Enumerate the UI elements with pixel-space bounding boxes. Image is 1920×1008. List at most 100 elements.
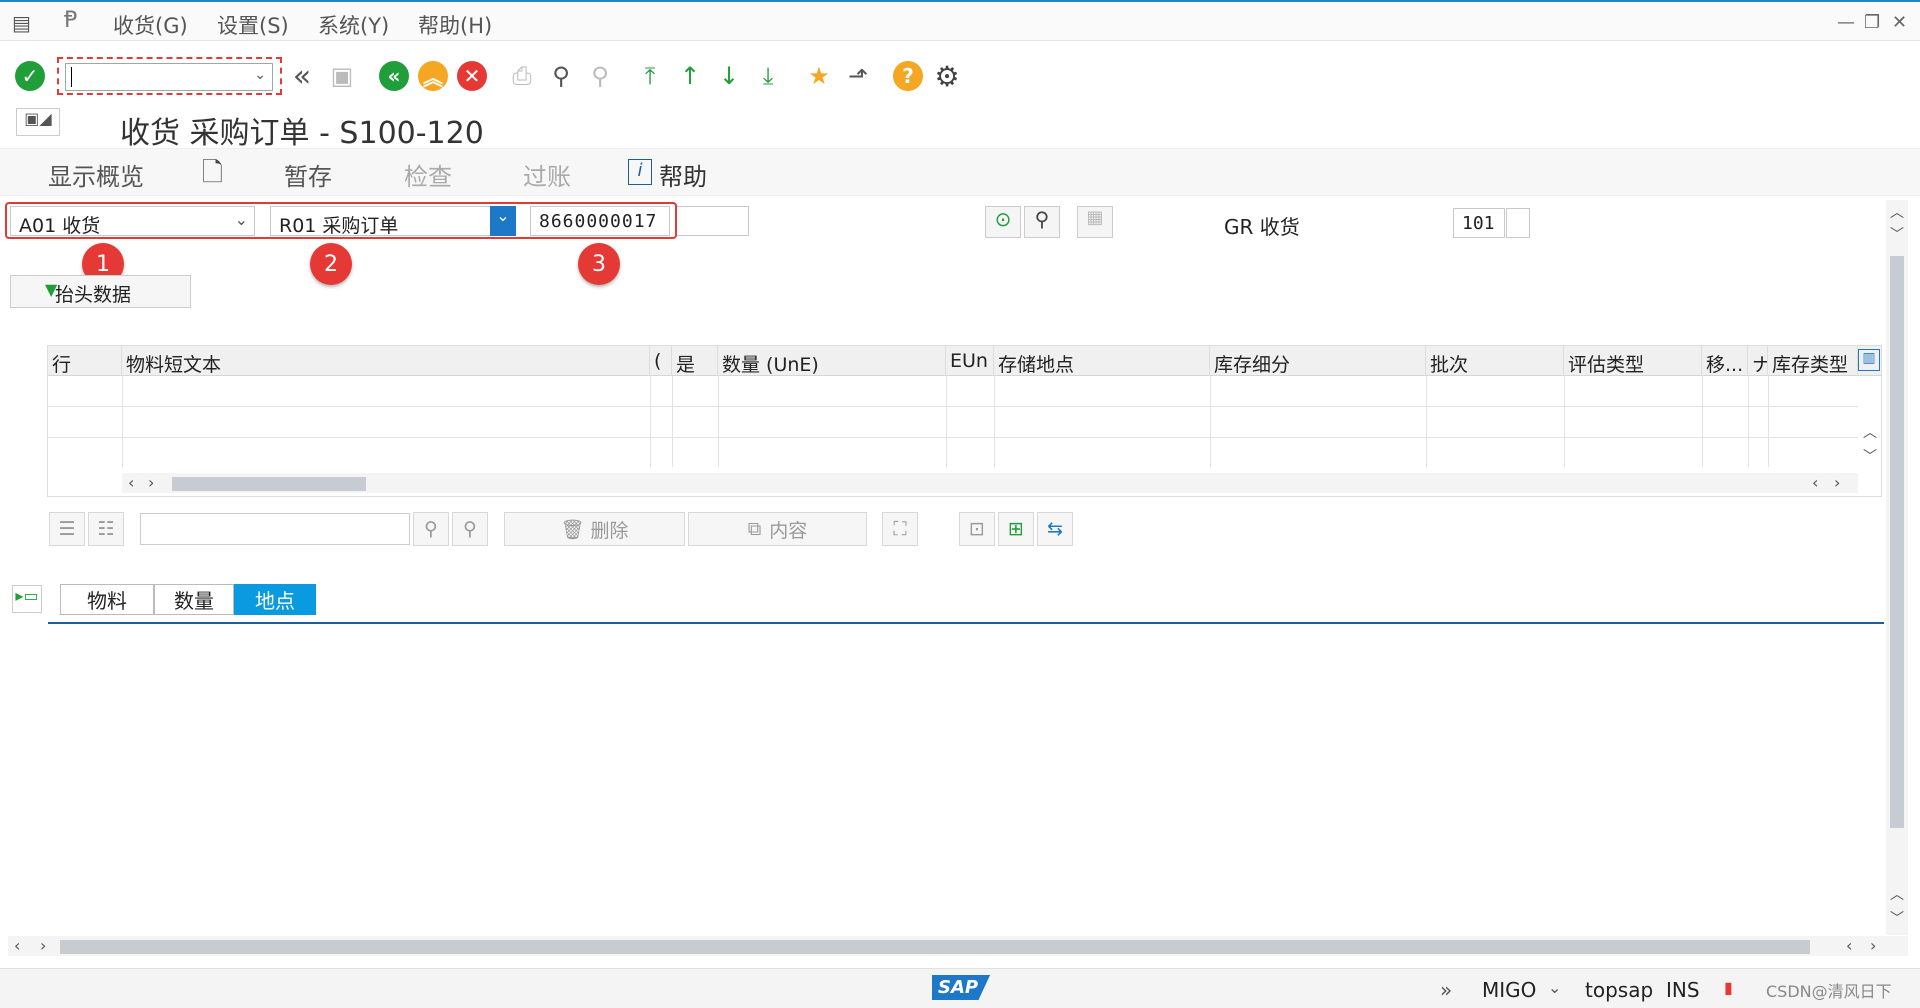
search-icon[interactable]: ⚲ [1024, 206, 1060, 238]
main-vscrollbar[interactable]: ︿ ﹀ ︿ ﹀ [1886, 200, 1908, 935]
cancel-icon[interactable]: ✕ [456, 60, 488, 92]
chevron-down-icon[interactable]: ⌄ [1548, 978, 1561, 997]
new-document-icon[interactable]: 🗋 [202, 154, 223, 198]
scroll-down-icon[interactable]: ﹀ [1863, 446, 1877, 466]
scroll-left-icon[interactable]: ‹ [1812, 473, 1818, 492]
scroll-left-icon[interactable]: ‹ [1846, 936, 1852, 955]
fullscreen-icon[interactable]: ⛶ [882, 512, 918, 546]
trash-icon: 🗑 [560, 518, 585, 541]
transfer-icon[interactable]: ⇆ [1037, 512, 1073, 546]
back-icon[interactable]: « [378, 60, 410, 92]
col-material-text[interactable]: 物料短文本 [122, 346, 650, 376]
movement-type-field[interactable]: 101 [1453, 208, 1505, 238]
delete-button[interactable]: 🗑 删除 [504, 512, 685, 546]
scroll-right-icon[interactable]: › [40, 936, 46, 955]
scroll-thumb[interactable] [60, 940, 1810, 954]
settings-icon[interactable]: ⚙ [931, 60, 963, 93]
post-button[interactable]: 过账 [523, 157, 571, 192]
next-page-icon[interactable]: ↓ [713, 60, 745, 92]
find-icon[interactable]: ⚲ [545, 60, 577, 92]
scroll-up-icon[interactable]: ︿ [1863, 422, 1877, 442]
scroll-right-icon[interactable]: › [148, 473, 154, 492]
exit-icon[interactable]: ︽ [417, 60, 449, 92]
grid-find-next-icon[interactable]: ⚲ [452, 512, 488, 546]
col-batch[interactable]: 批次 [1426, 346, 1564, 376]
first-page-icon[interactable]: ⤒ [634, 60, 666, 92]
col-flag[interactable]: ( [650, 346, 672, 376]
callout-badge-2: 2 [310, 243, 352, 285]
tab-quantity[interactable]: 数量 [154, 584, 234, 615]
movement-indicator-field[interactable] [1506, 208, 1530, 238]
system-menu-icon[interactable]: ▤ [12, 11, 31, 35]
table-row[interactable] [48, 376, 1858, 407]
col-ok[interactable]: 是 [672, 346, 718, 376]
info-icon[interactable]: i [628, 159, 652, 185]
new-session-icon[interactable]: ★ [803, 60, 835, 92]
scroll-right-icon[interactable]: › [1870, 936, 1876, 955]
find-next-icon[interactable]: ⚲ [584, 60, 616, 92]
command-field[interactable]: ⌄ [65, 63, 273, 91]
col-uom[interactable]: EUn [946, 346, 994, 376]
scroll-thumb[interactable] [172, 477, 366, 491]
po-item-field[interactable] [675, 206, 749, 236]
collapse-detail-icon[interactable]: ▸▭ [12, 585, 42, 613]
layout-menu-icon[interactable]: Ᵽ [64, 8, 77, 33]
check-button[interactable]: 检查 [404, 157, 452, 192]
col-valuation-type[interactable]: 评估类型 [1564, 346, 1702, 376]
back-double-icon[interactable]: « [286, 59, 318, 94]
menu-help[interactable]: 帮助(H) [418, 10, 492, 40]
help-icon[interactable]: ? [892, 60, 924, 92]
scroll-right-icon[interactable]: › [1834, 473, 1840, 492]
close-window-icon[interactable]: ✕ [1892, 12, 1907, 33]
scroll-left-icon[interactable]: ‹ [14, 936, 20, 955]
col-direction[interactable]: ナ [1748, 346, 1768, 376]
grid-find-icon[interactable]: ⚲ [413, 512, 449, 546]
scroll-left-icon[interactable]: ‹ [128, 473, 134, 492]
menu-goods-receipt[interactable]: 收货(G) [113, 10, 188, 40]
grid-search-input[interactable] [140, 513, 410, 545]
scroll-up-icon[interactable]: ︿ [1890, 202, 1904, 222]
scroll-down-icon[interactable]: ﹀ [1890, 908, 1904, 928]
column-config-icon[interactable]: ▥ [1858, 349, 1880, 371]
scroll-down-icon[interactable]: ﹀ [1890, 224, 1904, 244]
restore-icon[interactable]: ❐ [1864, 12, 1880, 33]
col-storage-location[interactable]: 存储地点 [994, 346, 1210, 376]
details-icon[interactable]: ⊡ [959, 512, 995, 546]
display-overview-button[interactable]: 显示概览 [48, 157, 144, 192]
col-line[interactable]: 行 [48, 346, 122, 376]
save-icon[interactable]: ▣ [326, 60, 358, 92]
sort-asc-icon[interactable]: ☰ [49, 512, 85, 546]
sap-logo: SAP [932, 975, 991, 1000]
help-button[interactable]: 帮助 [659, 157, 707, 192]
menu-system[interactable]: 系统(Y) [318, 10, 389, 40]
execute-icon[interactable]: ⊙ [985, 206, 1021, 238]
hold-button[interactable]: 暂存 [284, 157, 332, 192]
content-button[interactable]: ⧉ 内容 [688, 512, 867, 546]
menu-toggle-icon[interactable]: ▣◢ [16, 108, 60, 136]
scroll-up-icon[interactable]: ︿ [1890, 884, 1904, 904]
scroll-thumb[interactable] [1890, 256, 1904, 828]
prev-page-icon[interactable]: ↑ [674, 60, 706, 92]
calendar-icon[interactable]: ▦ [1077, 206, 1113, 238]
menu-settings[interactable]: 设置(S) [217, 10, 289, 40]
main-hscrollbar[interactable]: ‹ › ‹ › [8, 936, 1908, 956]
tab-material[interactable]: 物料 [60, 584, 154, 615]
col-stock-segment[interactable]: 库存细分 [1210, 346, 1426, 376]
table-row[interactable] [48, 438, 1858, 469]
check-icon[interactable]: ✓ [14, 60, 46, 92]
expand-status-icon[interactable]: » [1440, 978, 1452, 1002]
col-movement[interactable]: 移... [1702, 346, 1748, 376]
col-stock-type[interactable]: 库存类型 [1768, 346, 1858, 376]
table-hscrollbar[interactable]: ‹ › ‹ › [122, 473, 1858, 493]
minimize-icon[interactable]: — [1837, 12, 1855, 33]
print-icon[interactable]: ⎙ [506, 60, 538, 92]
table-row[interactable] [48, 407, 1858, 438]
tab-location[interactable]: 地点 [234, 584, 316, 615]
filter-icon[interactable]: ☷ [88, 512, 124, 546]
header-data-button[interactable]: ▼ 抬头数据 [10, 275, 191, 308]
col-quantity[interactable]: 数量 (UnE) [718, 346, 946, 376]
shortcut-icon[interactable]: ⬏ [842, 60, 874, 92]
last-page-icon[interactable]: ⤓ [752, 60, 784, 92]
add-row-icon[interactable]: ⊞ [998, 512, 1034, 546]
chevron-down-icon[interactable]: ⌄ [254, 67, 266, 83]
